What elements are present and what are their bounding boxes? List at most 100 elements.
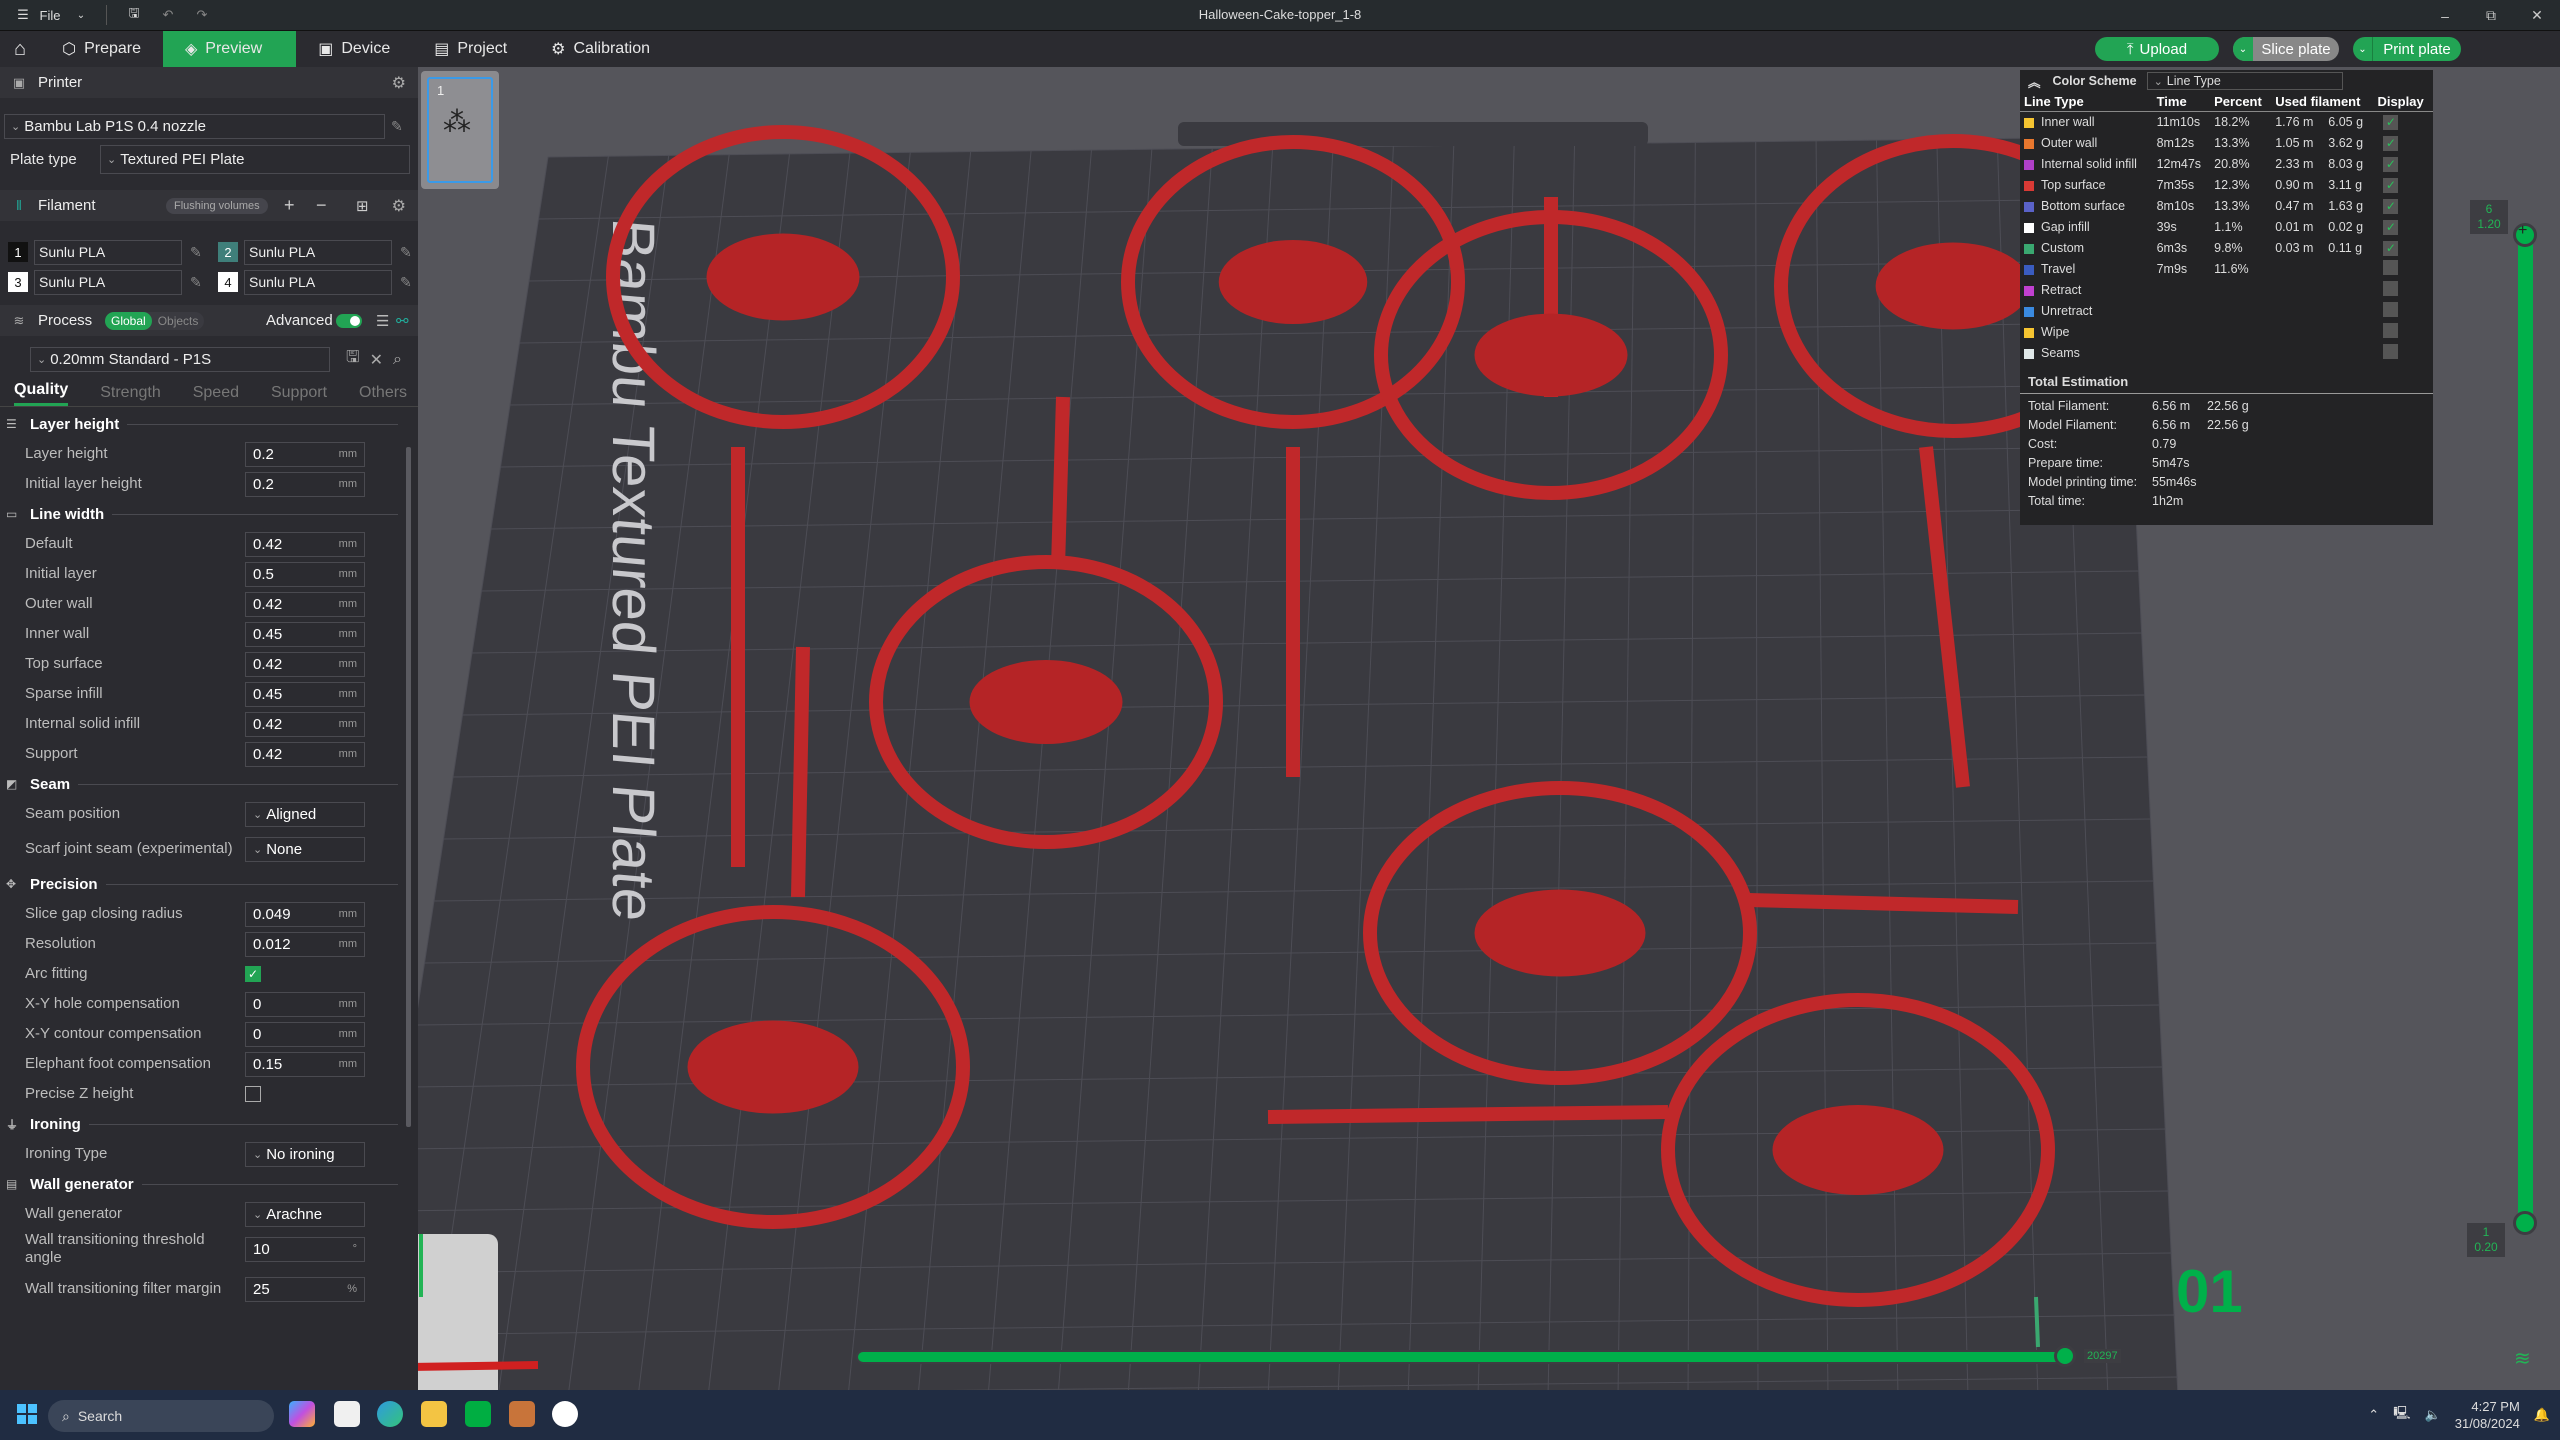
tab-prepare[interactable]: ⬡ Prepare: [40, 31, 163, 67]
collapse-icon[interactable]: ︽: [2028, 72, 2041, 91]
move-slider-track[interactable]: [856, 1350, 2070, 1364]
filament-name[interactable]: Sunlu PLA: [244, 269, 392, 295]
home-button[interactable]: ⌂: [0, 31, 40, 67]
display-checkbox[interactable]: ✓: [2383, 198, 2399, 214]
edit-icon[interactable]: ✎: [190, 274, 212, 291]
checkbox-unchecked[interactable]: [245, 1086, 261, 1102]
cake-topper-stick[interactable]: [1051, 396, 1070, 568]
gear-icon[interactable]: ⚙: [392, 196, 406, 216]
option-input[interactable]: 25%: [245, 1276, 365, 1302]
display-checkbox[interactable]: ✓: [2383, 177, 2399, 193]
option-input[interactable]: 0.45 mm: [245, 681, 365, 707]
network-icon[interactable]: 🖳: [2393, 1404, 2410, 1426]
layer-slider-top-handle[interactable]: +: [2513, 222, 2537, 247]
minimize-icon[interactable]: –: [2422, 0, 2468, 31]
filament-slot[interactable]: 3 Sunlu PLA ✎: [8, 267, 218, 297]
objects-toggle[interactable]: Objects: [152, 312, 205, 330]
store-icon[interactable]: [334, 1401, 360, 1427]
redo-icon[interactable]: ↷: [185, 0, 219, 31]
gear-icon[interactable]: ⚙: [392, 73, 406, 93]
filament-slot[interactable]: 2 Sunlu PLA ✎: [218, 237, 418, 267]
option-input[interactable]: 0.012 mm: [245, 931, 365, 957]
restore-icon[interactable]: ⧉: [2468, 0, 2514, 31]
slice-plate-button[interactable]: ⌄ Slice plate: [2233, 37, 2339, 61]
option-select[interactable]: ⌄ Arachne: [245, 1201, 365, 1227]
display-checkbox[interactable]: ✓: [2383, 156, 2399, 172]
display-checkbox[interactable]: [2383, 302, 2399, 317]
move-slider-handle[interactable]: [2054, 1345, 2076, 1367]
display-checkbox[interactable]: [2383, 344, 2399, 359]
undo-icon[interactable]: ↶: [151, 0, 185, 31]
filament-slot[interactable]: 1 Sunlu PLA ✎: [8, 237, 218, 267]
option-input[interactable]: 0 mm: [245, 991, 365, 1017]
layer-slider-track[interactable]: [2518, 228, 2533, 1224]
edge-icon[interactable]: [377, 1401, 403, 1427]
option-input[interactable]: 0 mm: [245, 1021, 365, 1047]
bambu-studio-icon[interactable]: [465, 1401, 491, 1427]
print-plate-button[interactable]: ⌄ Print plate: [2353, 37, 2461, 61]
notifications-icon[interactable]: 🔔: [2534, 1407, 2550, 1423]
option-input[interactable]: 0.45 mm: [245, 621, 365, 647]
global-toggle[interactable]: Global: [105, 311, 152, 330]
save-preset-icon[interactable]: 🖫: [346, 346, 360, 373]
copilot-icon[interactable]: [289, 1401, 315, 1427]
remove-filament-icon[interactable]: −: [316, 195, 327, 216]
save-icon[interactable]: 🖫: [117, 0, 151, 31]
tab-calibration[interactable]: ⚙ Calibration: [529, 31, 672, 67]
print-dropdown-chevron-icon[interactable]: ⌄: [2353, 37, 2373, 61]
display-checkbox[interactable]: [2383, 323, 2399, 338]
plate-type-select[interactable]: ⌄ Textured PEI Plate: [100, 145, 410, 174]
edit-icon[interactable]: ✎: [190, 244, 212, 261]
option-input[interactable]: 0.15 mm: [245, 1051, 365, 1077]
color-scheme-select[interactable]: ⌄ Line Type: [2146, 72, 2343, 90]
flushing-volumes-button[interactable]: Flushing volumes: [166, 197, 268, 214]
printer-select[interactable]: ⌄ Bambu Lab P1S 0.4 nozzle: [4, 114, 385, 139]
display-checkbox[interactable]: [2383, 281, 2399, 296]
option-input[interactable]: 0.2 mm: [245, 471, 365, 497]
display-checkbox[interactable]: ✓: [2383, 135, 2399, 151]
filament-slot[interactable]: 4 Sunlu PLA ✎: [218, 267, 418, 297]
option-select[interactable]: ⌄ No ironing: [245, 1141, 365, 1167]
display-checkbox[interactable]: ✓: [2383, 219, 2399, 235]
option-input[interactable]: 10 °: [245, 1236, 365, 1262]
tab-support[interactable]: Support: [271, 384, 327, 406]
edit-icon[interactable]: ✎: [400, 274, 418, 291]
file-menu-chevron-icon[interactable]: ⌄: [66, 0, 96, 31]
add-filament-icon[interactable]: +: [284, 195, 295, 216]
tab-strength[interactable]: Strength: [100, 384, 160, 406]
file-menu[interactable]: File: [34, 0, 66, 31]
option-input[interactable]: 0.42 mm: [245, 711, 365, 737]
app-icon[interactable]: [509, 1401, 535, 1427]
file-explorer-icon[interactable]: [421, 1401, 447, 1427]
cake-topper-stick[interactable]: [791, 646, 810, 898]
checkbox-checked[interactable]: ✓: [245, 966, 261, 982]
filament-name[interactable]: Sunlu PLA: [244, 239, 392, 265]
process-preset-select[interactable]: ⌄ 0.20mm Standard - P1S: [30, 347, 330, 372]
display-checkbox[interactable]: ✓: [2383, 240, 2399, 256]
start-button[interactable]: [17, 1404, 37, 1424]
filament-name[interactable]: Sunlu PLA: [34, 269, 182, 295]
advanced-switch[interactable]: [336, 313, 362, 328]
cake-topper-stick[interactable]: [1747, 893, 2019, 914]
clock[interactable]: 4:27 PM 31/08/2024: [2455, 1398, 2520, 1432]
edit-icon[interactable]: ✎: [400, 244, 418, 261]
display-checkbox[interactable]: [2383, 260, 2399, 275]
tab-project[interactable]: ▤ Project: [412, 31, 529, 67]
option-input[interactable]: 0.42 mm: [245, 531, 365, 557]
settings-scrollbar[interactable]: [406, 447, 411, 1127]
layer-slider-bottom-handle[interactable]: [2513, 1211, 2537, 1235]
taskbar-search[interactable]: ⌕ Search: [48, 1400, 274, 1432]
option-input[interactable]: 0.42 mm: [245, 591, 365, 617]
slice-dropdown-chevron-icon[interactable]: ⌄: [2233, 37, 2253, 61]
volume-icon[interactable]: 🔈: [2425, 1407, 2441, 1423]
compare-icon[interactable]: ⚯: [396, 312, 409, 330]
tab-speed[interactable]: Speed: [193, 384, 239, 406]
option-input[interactable]: 0.42 mm: [245, 651, 365, 677]
option-input[interactable]: 0.049 mm: [245, 901, 365, 927]
option-select[interactable]: ⌄ None: [245, 836, 365, 862]
option-select[interactable]: ⌄ Aligned: [245, 801, 365, 827]
plate-thumbnail[interactable]: 1 ⁂: [427, 77, 493, 183]
option-input[interactable]: 0.5 mm: [245, 561, 365, 587]
tab-others[interactable]: Others: [359, 384, 407, 406]
close-icon[interactable]: ✕: [370, 350, 383, 370]
